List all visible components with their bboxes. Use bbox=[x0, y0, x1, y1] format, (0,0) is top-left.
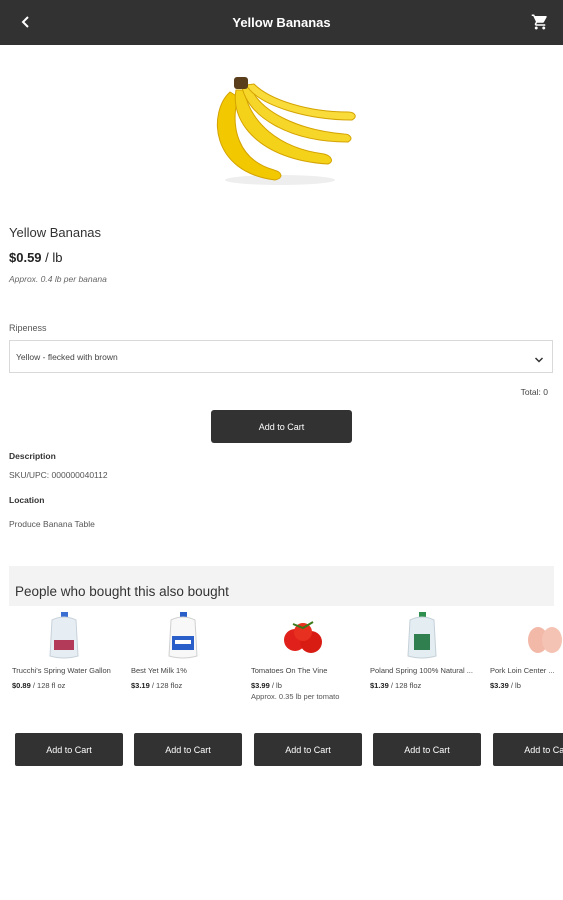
price-unit: / lb bbox=[45, 250, 63, 265]
item-price-value: $3.99 bbox=[251, 681, 270, 690]
shopping-cart-icon[interactable] bbox=[531, 13, 549, 31]
item-price: $3.99 / lb bbox=[251, 681, 282, 690]
item-price-unit: / lb bbox=[271, 681, 282, 690]
item-price-value: $0.89 bbox=[12, 681, 31, 690]
page-title: Yellow Bananas bbox=[232, 15, 331, 30]
item-name: Trucchi's Spring Water Gallon bbox=[12, 666, 111, 675]
product-name: Yellow Bananas bbox=[9, 225, 102, 240]
water-jug-image bbox=[392, 610, 452, 662]
ripeness-selected-value: Yellow - flecked with brown bbox=[16, 352, 118, 362]
tomatoes-image bbox=[273, 610, 333, 662]
item-name: Pork Loin Center ... bbox=[490, 666, 555, 675]
item-price: $3.39 / lb bbox=[490, 681, 521, 690]
recommended-item[interactable]: Pork Loin Center ... $3.39 / lb Add to C… bbox=[487, 606, 563, 776]
item-name: Poland Spring 100% Natural ... bbox=[370, 666, 473, 675]
ripeness-label: Ripeness bbox=[9, 323, 47, 333]
recommendations-title: People who bought this also bought bbox=[15, 584, 229, 599]
ripeness-select[interactable]: Yellow - flecked with brown bbox=[9, 340, 553, 373]
item-name: Best Yet Milk 1% bbox=[131, 666, 187, 675]
approx-weight-note: Approx. 0.4 lb per banana bbox=[9, 274, 107, 284]
item-price-value: $3.19 bbox=[131, 681, 150, 690]
location-value: Produce Banana Table bbox=[9, 519, 95, 529]
water-jug-image bbox=[34, 610, 94, 662]
pork-loin-image bbox=[512, 610, 563, 662]
price-value: $0.59 bbox=[9, 250, 42, 265]
item-price: $3.19 / 128 floz bbox=[131, 681, 182, 690]
item-price: $1.39 / 128 floz bbox=[370, 681, 421, 690]
recommended-item[interactable]: Trucchi's Spring Water Gallon $0.89 / 12… bbox=[9, 606, 123, 776]
item-price-unit: / 128 floz bbox=[151, 681, 183, 690]
milk-jug-image bbox=[153, 610, 213, 662]
item-add-to-cart-button[interactable]: Add to Cart bbox=[373, 733, 481, 766]
item-approx-note: Approx. 0.35 lb per tomato bbox=[251, 692, 340, 701]
description-label: Description bbox=[9, 451, 56, 461]
item-add-to-cart-button[interactable]: Add to Cart bbox=[134, 733, 242, 766]
top-app-bar: Yellow Bananas bbox=[0, 0, 563, 45]
item-add-to-cart-button[interactable]: Add to Cart bbox=[254, 733, 362, 766]
total-count: Total: 0 bbox=[520, 387, 548, 397]
item-name: Tomatoes On The Vine bbox=[251, 666, 328, 675]
recommendations-carousel[interactable]: Trucchi's Spring Water Gallon $0.89 / 12… bbox=[0, 606, 563, 786]
item-price-value: $3.39 bbox=[490, 681, 509, 690]
item-price-unit: / lb bbox=[510, 681, 521, 690]
recommended-item[interactable]: Poland Spring 100% Natural ... $1.39 / 1… bbox=[367, 606, 481, 776]
item-price-unit: / 128 floz bbox=[390, 681, 422, 690]
recommended-item[interactable]: Tomatoes On The Vine $3.99 / lb Approx. … bbox=[248, 606, 362, 776]
chevron-down-icon bbox=[534, 352, 544, 363]
sku-value: SKU/UPC: 000000040112 bbox=[9, 470, 108, 480]
location-label: Location bbox=[9, 495, 45, 505]
item-add-to-cart-button[interactable]: Add to Cart bbox=[493, 733, 563, 766]
item-price: $0.89 / 128 fl oz bbox=[12, 681, 65, 690]
item-price-value: $1.39 bbox=[370, 681, 389, 690]
add-to-cart-button[interactable]: Add to Cart bbox=[211, 410, 352, 443]
product-image-bananas bbox=[200, 72, 360, 187]
recommended-item[interactable]: Best Yet Milk 1% $3.19 / 128 floz Add to… bbox=[128, 606, 242, 776]
product-price: $0.59 / lb bbox=[9, 250, 63, 265]
item-add-to-cart-button[interactable]: Add to Cart bbox=[15, 733, 123, 766]
item-price-unit: / 128 fl oz bbox=[32, 681, 66, 690]
